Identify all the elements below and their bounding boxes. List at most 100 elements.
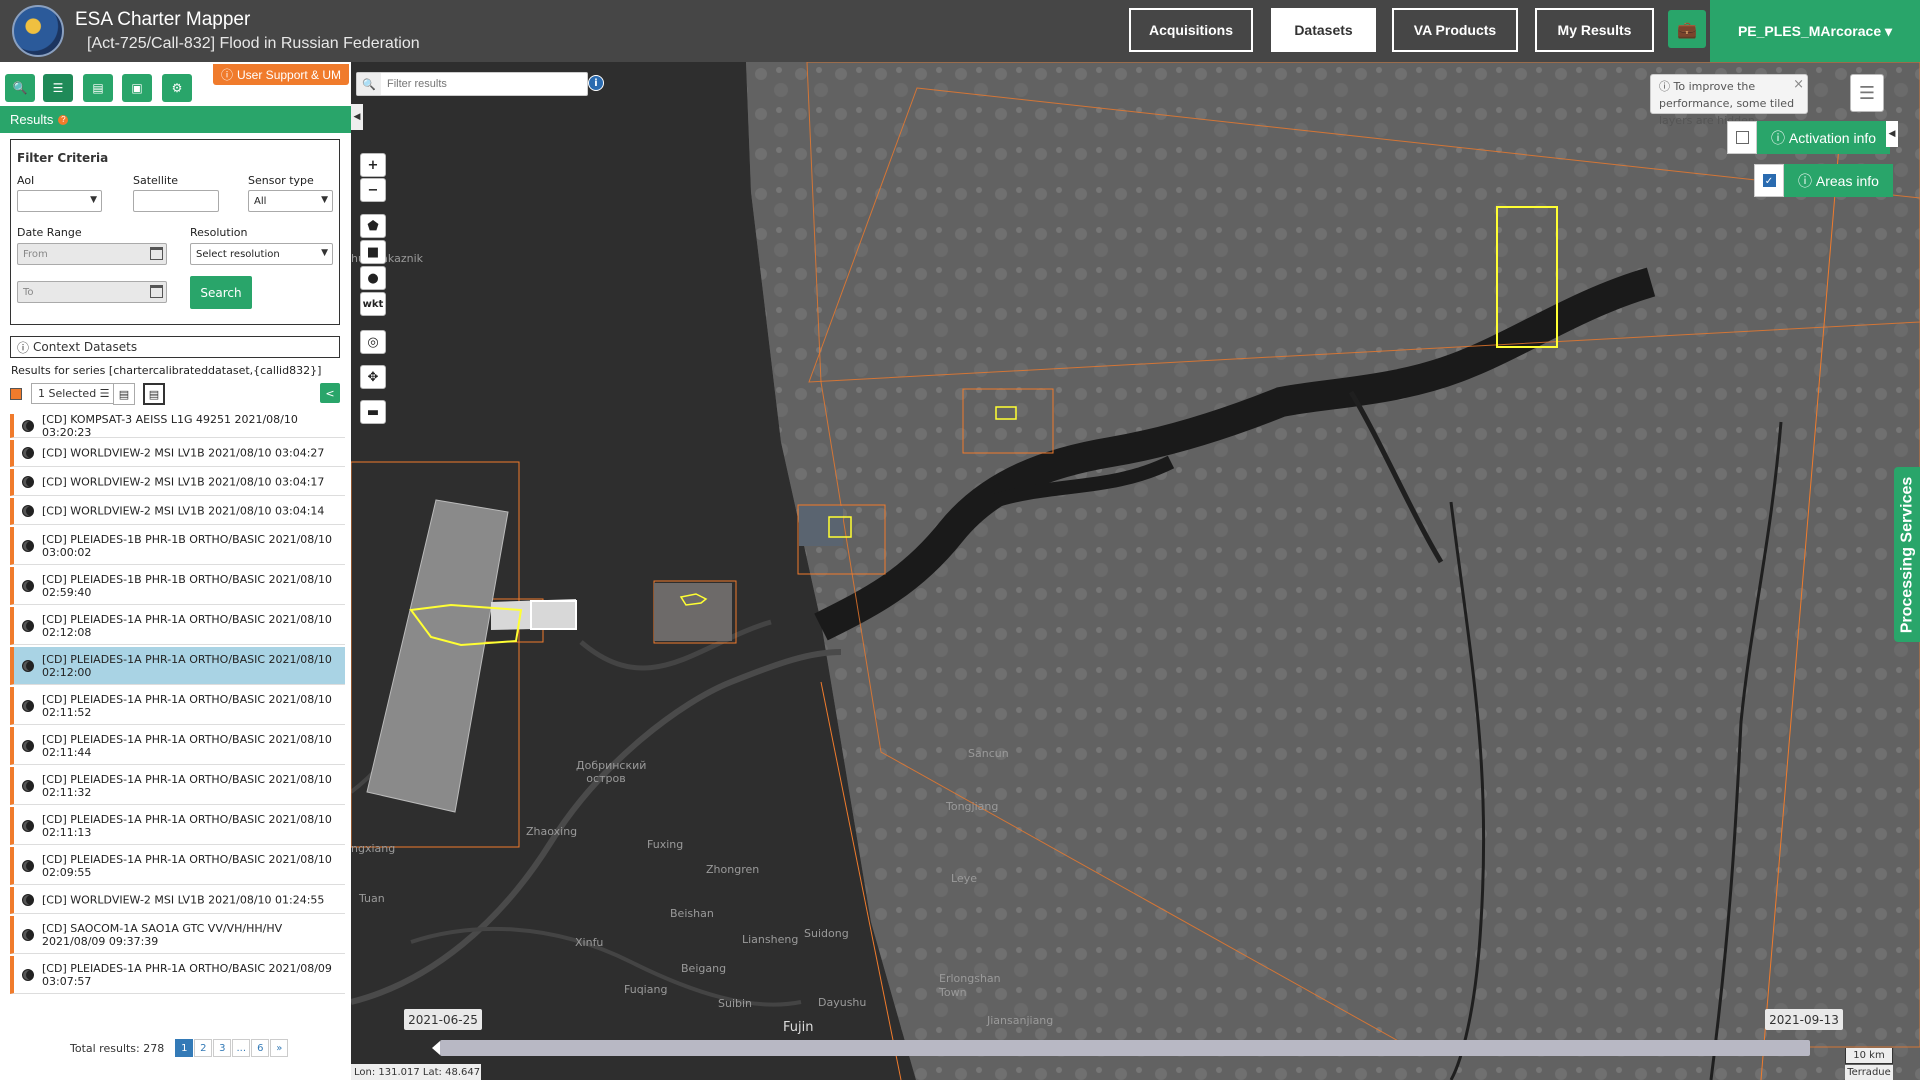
search-tab-icon[interactable]: 🔍	[5, 74, 35, 102]
result-item[interactable]: [CD] WORLDVIEW-2 MSI LV1B 2021/08/10 03:…	[10, 440, 345, 467]
esa-charter-logo[interactable]	[12, 5, 64, 57]
va-products-button[interactable]: VA Products	[1392, 8, 1518, 52]
globe-icon[interactable]	[22, 859, 34, 872]
next-page-button[interactable]: »	[270, 1039, 289, 1057]
result-item[interactable]: [CD] PLEIADES-1A PHR-1A ORTHO/BASIC 2021…	[10, 647, 345, 685]
map-attribution[interactable]: Terradue	[1845, 1065, 1893, 1080]
globe-icon[interactable]	[22, 419, 34, 432]
activation-info-button[interactable]: ⓘ Activation info	[1757, 121, 1891, 154]
result-title: [CD] PLEIADES-1A PHR-1A ORTHO/BASIC 2021…	[42, 961, 332, 988]
acquisitions-button[interactable]: Acquisitions	[1129, 8, 1253, 52]
draw-point-icon[interactable]: ●	[360, 266, 386, 290]
pagination: Total results: 278 1 2 3 ... 6 »	[70, 1039, 289, 1057]
expand-right-panel-button[interactable]: ◀	[1886, 121, 1898, 147]
draw-rectangle-icon[interactable]: ■	[360, 240, 386, 264]
filter-results-input[interactable]	[385, 75, 580, 93]
wkt-button[interactable]: wkt	[360, 292, 386, 316]
result-item[interactable]: [CD] PLEIADES-1A PHR-1A ORTHO/BASIC 2021…	[10, 807, 345, 845]
result-item[interactable]: [CD] WORLDVIEW-2 MSI LV1B 2021/08/10 03:…	[10, 498, 345, 525]
globe-icon[interactable]: ◎	[360, 330, 386, 354]
layers-icon[interactable]: ☰	[1850, 74, 1884, 112]
zoom-out-button[interactable]: −	[360, 178, 386, 202]
date-to-input[interactable]: To	[17, 281, 167, 303]
result-item[interactable]: [CD] KOMPSAT-3 AEISS L1G 49251 2021/08/1…	[10, 413, 345, 439]
draw-polygon-icon[interactable]: ⬟	[360, 214, 386, 238]
calendar-icon[interactable]	[150, 285, 163, 298]
share-icon[interactable]: <	[320, 383, 340, 403]
satellite-input[interactable]	[133, 190, 219, 212]
processing-services-tab[interactable]: Processing Services	[1894, 467, 1920, 642]
zoom-in-button[interactable]: +	[360, 153, 386, 177]
map-canvas[interactable]: hun zakaznik ngxiang Tuan Zhaoxing Добри…	[351, 62, 1920, 1080]
resolution-select[interactable]: Select resolution ▼	[190, 243, 333, 265]
info-icon[interactable]: i	[588, 75, 604, 91]
measure-icon[interactable]: ▬	[360, 400, 386, 424]
basket-icon[interactable]: ▤	[143, 383, 165, 405]
map-label: Suidong	[804, 927, 849, 940]
activation-info-row: ⓘ Activation info	[1727, 121, 1891, 154]
result-title: [CD] PLEIADES-1A PHR-1A ORTHO/BASIC 2021…	[42, 732, 332, 759]
fullscreen-icon[interactable]: ✥	[360, 365, 386, 389]
result-item[interactable]: [CD] PLEIADES-1A PHR-1A ORTHO/BASIC 2021…	[10, 847, 345, 885]
result-item[interactable]: [CD] PLEIADES-1B PHR-1B ORTHO/BASIC 2021…	[10, 527, 345, 565]
datasets-button[interactable]: Datasets	[1271, 8, 1376, 52]
basket-tab-icon[interactable]: ▤	[83, 74, 113, 102]
selected-count-button[interactable]: 1 Selected ☰	[31, 383, 117, 404]
globe-icon[interactable]	[22, 968, 34, 981]
page-button[interactable]: 1	[175, 1039, 194, 1057]
search-button[interactable]: Search	[190, 276, 252, 309]
select-all-checkbox[interactable]	[10, 388, 22, 400]
result-title: [CD] WORLDVIEW-2 MSI LV1B 2021/08/10 03:…	[42, 446, 325, 460]
globe-icon[interactable]	[22, 739, 34, 752]
map-label: Fuqiang	[624, 983, 668, 996]
result-item[interactable]: [CD] PLEIADES-1A PHR-1A ORTHO/BASIC 2021…	[10, 956, 345, 994]
result-item[interactable]: [CD] PLEIADES-1A PHR-1A ORTHO/BASIC 2021…	[10, 767, 345, 805]
result-item[interactable]: [CD] WORLDVIEW-2 MSI LV1B 2021/08/10 03:…	[10, 469, 345, 496]
date-from-input[interactable]: From	[17, 243, 167, 265]
globe-icon[interactable]	[22, 928, 34, 941]
result-item[interactable]: [CD] PLEIADES-1A PHR-1A ORTHO/BASIC 2021…	[10, 727, 345, 765]
result-item[interactable]: [CD] PLEIADES-1A PHR-1A ORTHO/BASIC 2021…	[10, 607, 345, 645]
calendar-icon[interactable]	[150, 247, 163, 260]
user-menu[interactable]: PE_PLES_MArcorace ▾	[1710, 0, 1920, 62]
globe-icon[interactable]	[22, 894, 34, 906]
settings-tab-icon[interactable]: ⚙	[162, 74, 192, 102]
close-icon[interactable]: ×	[1793, 76, 1804, 93]
globe-icon[interactable]	[22, 779, 34, 792]
page-button[interactable]: 2	[194, 1039, 213, 1057]
collapse-panel-button[interactable]: ◀	[351, 104, 363, 130]
globe-icon[interactable]	[22, 505, 34, 517]
areas-info-button[interactable]: ⓘ Areas info	[1784, 164, 1893, 197]
globe-icon[interactable]	[22, 447, 34, 459]
context-datasets-toggle[interactable]: ⓘ Context Datasets	[10, 336, 340, 358]
sensor-type-select[interactable]: All ▼	[248, 190, 333, 212]
page-button[interactable]: 6	[251, 1039, 270, 1057]
processing-services-label: Processing Services	[1898, 476, 1916, 633]
result-item[interactable]: [CD] WORLDVIEW-2 MSI LV1B 2021/08/10 01:…	[10, 887, 345, 914]
activation-info-checkbox[interactable]	[1727, 121, 1757, 154]
globe-icon[interactable]	[22, 579, 34, 592]
globe-icon[interactable]	[22, 619, 34, 632]
result-item[interactable]: [CD] SAOCOM-1A SAO1A GTC VV/VH/HH/HV 202…	[10, 916, 345, 954]
help-icon[interactable]: ?	[58, 114, 69, 125]
list-tab-icon[interactable]: ☰	[43, 74, 73, 102]
activation-title: [Act-725/Call-832] Flood in Russian Fede…	[87, 35, 420, 52]
timeline-slider[interactable]	[440, 1040, 1810, 1056]
globe-icon[interactable]	[22, 659, 34, 672]
timeline-handle[interactable]	[432, 1041, 440, 1055]
globe-icon[interactable]	[22, 699, 34, 712]
globe-icon[interactable]	[22, 476, 34, 488]
globe-icon[interactable]	[22, 819, 34, 832]
globe-icon[interactable]	[22, 539, 34, 552]
user-support-link[interactable]: ⓘ User Support & UM	[213, 64, 350, 85]
add-to-basket-icon[interactable]: ▤	[113, 383, 135, 405]
aoi-select[interactable]: ▼	[17, 190, 102, 212]
briefcase-icon[interactable]: 💼	[1668, 10, 1706, 48]
my-results-button[interactable]: My Results	[1535, 8, 1654, 52]
page-button[interactable]: 3	[213, 1039, 232, 1057]
result-item[interactable]: [CD] PLEIADES-1A PHR-1A ORTHO/BASIC 2021…	[10, 687, 345, 725]
archive-tab-icon[interactable]: ▣	[122, 74, 152, 102]
result-item[interactable]: [CD] PLEIADES-1B PHR-1B ORTHO/BASIC 2021…	[10, 567, 345, 605]
areas-info-checkbox[interactable]: ✓	[1754, 164, 1784, 197]
date-to-placeholder: To	[23, 286, 34, 298]
